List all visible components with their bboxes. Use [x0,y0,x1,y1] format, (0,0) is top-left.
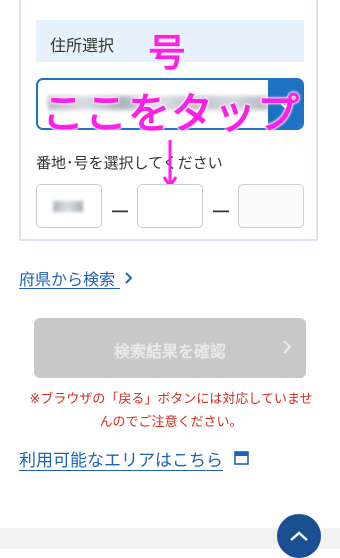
separator-dash: ー [211,200,231,224]
page-top-button[interactable] [277,514,321,558]
confirm-results-button[interactable]: 検索結果を確認 [34,318,306,378]
prefecture-search-link[interactable]: 府県から検索 [19,266,134,290]
chevron-right-icon [283,340,292,354]
annotation-tap-here: ここをタップ [42,89,301,138]
back-button-warning: ※ブラウザの「戻る」ボタンには対応していませ んのでご注意ください。 [22,388,320,434]
go-field[interactable] [137,184,203,228]
warning-line-2: んのでご注意ください。 [99,415,243,430]
chevron-up-icon [290,531,308,541]
prefecture-search-label: 府県から検索 [19,270,116,289]
banchi-value-blurred [53,201,83,212]
separator-dash: ー [110,200,130,224]
annotation-top: 号 [148,31,188,75]
available-area-link[interactable]: 利用可能なエリアはこちら [19,446,223,471]
new-window-icon [234,451,249,465]
sub-number-field[interactable] [238,184,304,228]
chevron-right-icon [125,272,133,284]
confirm-results-label: 検索結果を確認 [113,342,226,361]
down-arrow-icon [162,140,178,189]
banchi-field[interactable] [36,184,102,228]
warning-line-1: ※ブラウザの「戻る」ボタンには対応していませ [29,392,313,407]
section-title: 住所選択 [50,36,115,55]
number-select-label: 番地･号を選択してください [36,154,223,172]
